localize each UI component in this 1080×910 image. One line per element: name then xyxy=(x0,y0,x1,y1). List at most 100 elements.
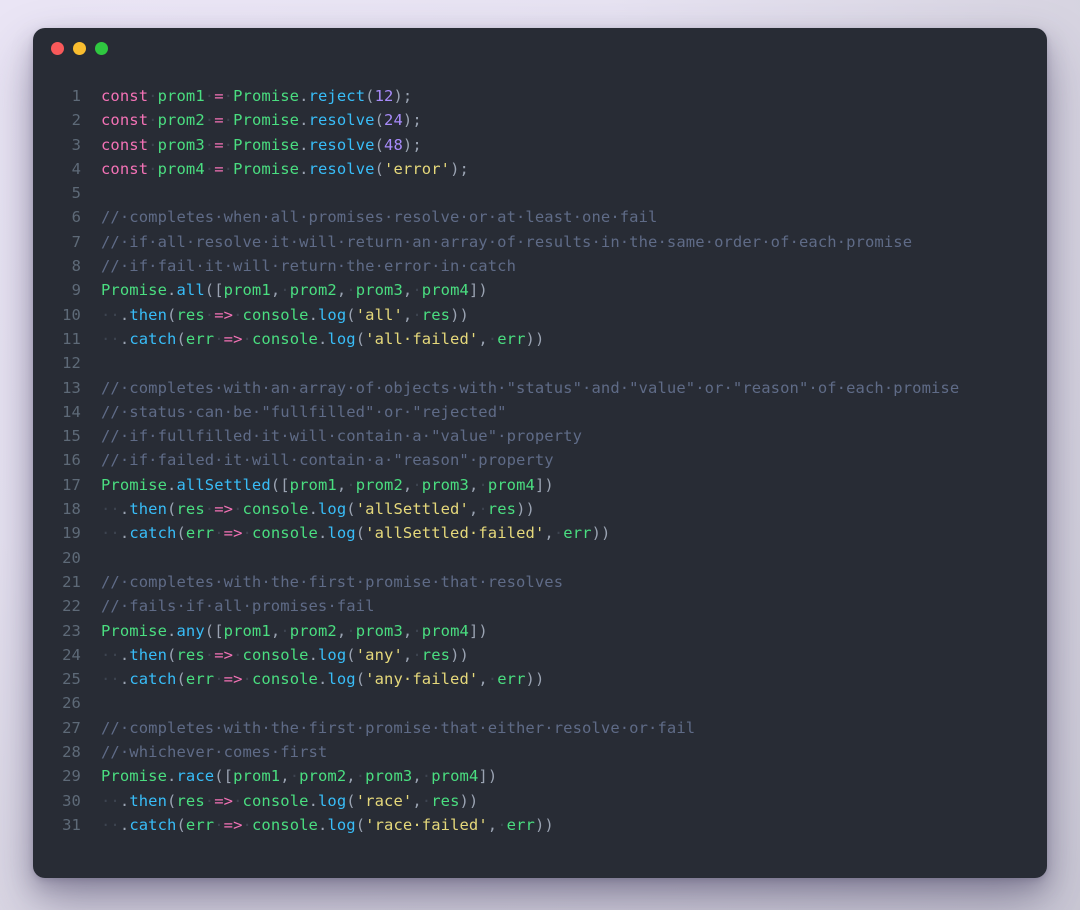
token-punc: . xyxy=(119,305,130,324)
token-cmt: //·if·fullfilled·it·will·contain·a·"valu… xyxy=(101,427,583,446)
token-fn: log xyxy=(327,670,356,689)
line-number: 25 xyxy=(62,670,81,689)
line-number: 21 xyxy=(62,572,81,591)
maximize-button-icon[interactable] xyxy=(95,42,108,55)
token-sp: · xyxy=(487,329,498,348)
token-punc: . xyxy=(119,329,130,348)
code-line[interactable]: 20 xyxy=(33,546,1047,570)
token-dot: ·· xyxy=(101,500,120,519)
token-str: 'any' xyxy=(355,645,403,664)
code-line[interactable]: 23 Promise.any([prom1,·prom2,·prom3,·prom… xyxy=(33,619,1047,643)
line-source: //·status·can·be·"fullfilled"·or·"reject… xyxy=(101,400,507,424)
code-line[interactable]: 12 xyxy=(33,351,1047,375)
code-line[interactable]: 4 const·prom4·=·Promise.resolve('error'); xyxy=(33,157,1047,181)
token-cmt: //·fails·if·all·promises·fail xyxy=(101,597,375,616)
token-punc: ( xyxy=(365,87,375,105)
line-number: 24 xyxy=(62,645,81,664)
token-op: => xyxy=(223,670,243,689)
token-punc: . xyxy=(119,524,130,543)
code-line[interactable]: 11 ··.catch(err·=>·console.log('all·faile… xyxy=(33,327,1047,351)
token-punc: ( xyxy=(355,670,366,689)
token-fn: log xyxy=(318,500,347,519)
line-source: //·if·fullfilled·it·will·contain·a·"valu… xyxy=(101,424,582,448)
token-punc: ( xyxy=(374,111,385,130)
token-var: prom3 xyxy=(365,767,413,786)
line-number: 16 xyxy=(62,451,81,470)
token-punc: )) xyxy=(459,791,479,810)
token-var: res xyxy=(176,500,205,519)
token-var: prom3 xyxy=(355,281,403,300)
code-line[interactable]: 26 xyxy=(33,691,1047,715)
code-line[interactable]: 22 //·fails·if·all·promises·fail xyxy=(33,594,1047,618)
code-line[interactable]: 19 ··.catch(err·=>·console.log('allSettle… xyxy=(33,521,1047,545)
code-line[interactable]: 27 //·completes·with·the·first·promise·th… xyxy=(33,716,1047,740)
code-line[interactable]: 5 xyxy=(33,181,1047,205)
line-source: ··.catch(err·=>·console.log('all·failed'… xyxy=(101,327,544,351)
token-punc: . xyxy=(299,87,309,105)
token-fn: log xyxy=(327,329,356,348)
line-number: 1 xyxy=(71,87,81,105)
code-line[interactable]: 6 //·completes·when·all·promises·resolve·… xyxy=(33,205,1047,229)
token-fn: resolve xyxy=(308,135,375,154)
line-number: 8 xyxy=(71,257,81,276)
code-line[interactable]: 3 const·prom3·=·Promise.resolve(48); xyxy=(33,133,1047,157)
token-fn: catch xyxy=(129,815,177,834)
code-line[interactable]: 31 ··.catch(err·=>·console.log('race·fail… xyxy=(33,813,1047,837)
token-sp: · xyxy=(148,159,158,178)
code-line[interactable]: 9 Promise.all([prom1,·prom2,·prom3,·prom4… xyxy=(33,278,1047,302)
token-punc: ]) xyxy=(468,621,488,640)
token-sp: · xyxy=(148,111,158,130)
token-var: err xyxy=(185,815,215,834)
token-cls: console xyxy=(251,329,318,348)
code-line[interactable]: 29 Promise.race([prom1,·prom2,·prom3,·pro… xyxy=(33,764,1047,788)
code-line[interactable]: 1 const·prom1·=·Promise.reject(12); xyxy=(33,84,1047,108)
token-sp: · xyxy=(233,645,243,664)
token-cmt: //·completes·with·the·first·promise·that… xyxy=(101,572,564,591)
code-line[interactable]: 21 //·completes·with·the·first·promise·th… xyxy=(33,570,1047,594)
code-line[interactable]: 8 //·if·fail·it·will·return·the·error·in·… xyxy=(33,254,1047,278)
code-line[interactable]: 13 //·completes·with·an·array·of·objects·… xyxy=(33,376,1047,400)
token-punc: ([ xyxy=(214,767,234,786)
code-line[interactable]: 2 const·prom2·=·Promise.resolve(24); xyxy=(33,108,1047,132)
token-punc: , xyxy=(412,791,422,810)
minimize-button-icon[interactable] xyxy=(73,42,86,55)
token-punc: ); xyxy=(402,135,422,154)
token-sp: · xyxy=(242,524,252,543)
token-var: res xyxy=(176,645,205,664)
token-var: prom4 xyxy=(157,159,205,178)
close-button-icon[interactable] xyxy=(51,42,64,55)
token-fn: any xyxy=(176,621,205,640)
code-editor[interactable]: 1 const·prom1·=·Promise.reject(12); 2 const… xyxy=(33,64,1047,837)
code-line[interactable]: 16 //·if·failed·it·will·contain·a·"reason… xyxy=(33,448,1047,472)
code-line[interactable]: 14 //·status·can·be·"fullfilled"·or·"reje… xyxy=(33,400,1047,424)
token-sp: · xyxy=(412,645,422,664)
code-line[interactable]: 30 ··.then(res·=>·console.log('race',·res… xyxy=(33,789,1047,813)
code-line[interactable]: 18 ··.then(res·=>·console.log('allSettled… xyxy=(33,497,1047,521)
line-number: 15 xyxy=(62,427,81,446)
token-fn: log xyxy=(327,524,356,543)
code-line[interactable]: 25 ··.catch(err·=>·console.log('any·faile… xyxy=(33,667,1047,691)
line-number: 31 xyxy=(62,815,81,834)
token-kw: const xyxy=(101,111,149,130)
token-dot: ·· xyxy=(101,791,120,810)
token-punc: , xyxy=(336,621,347,640)
token-op: = xyxy=(214,159,224,178)
code-line[interactable]: 17 Promise.allSettled([prom1,·prom2,·prom… xyxy=(33,473,1047,497)
code-line[interactable]: 10 ··.then(res·=>·console.log('all',·res)… xyxy=(33,303,1047,327)
token-punc: , xyxy=(487,815,498,834)
token-kw: const xyxy=(101,135,149,154)
code-line[interactable]: 7 //·if·all·resolve·it·will·return·an·arr… xyxy=(33,230,1047,254)
token-var: res xyxy=(176,791,205,810)
token-cls: Promise xyxy=(233,159,300,178)
token-var: err xyxy=(497,329,526,348)
token-punc: . xyxy=(119,791,130,810)
token-cmt: //·if·failed·it·will·contain·a·"reason"·… xyxy=(101,451,554,470)
code-line[interactable]: 24 ··.then(res·=>·console.log('any',·res)… xyxy=(33,643,1047,667)
token-var: err xyxy=(506,815,535,834)
token-cls: Promise xyxy=(233,135,300,154)
token-punc: , xyxy=(336,281,347,300)
line-number: 20 xyxy=(62,548,81,567)
code-line[interactable]: 28 //·whichever·comes·first xyxy=(33,740,1047,764)
code-line[interactable]: 15 //·if·fullfilled·it·will·contain·a·"va… xyxy=(33,424,1047,448)
token-punc: , xyxy=(468,500,479,519)
